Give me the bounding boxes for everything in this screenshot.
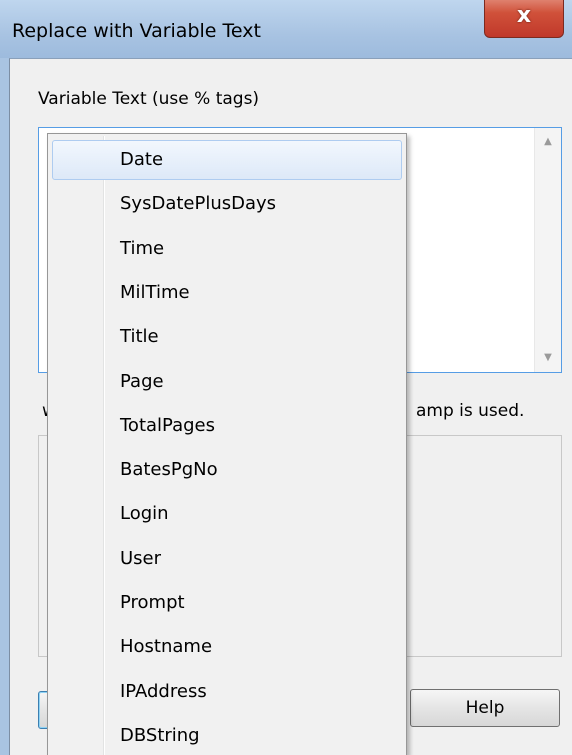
menu-item-dbstring[interactable]: DBString bbox=[52, 716, 402, 755]
menu-item-miltime[interactable]: MilTime bbox=[52, 273, 402, 313]
menu-item-sysdateplusdays[interactable]: SysDatePlusDays bbox=[52, 184, 402, 224]
window-title: Replace with Variable Text bbox=[12, 20, 261, 42]
close-icon: x bbox=[516, 3, 532, 28]
menu-item-totalpages[interactable]: TotalPages bbox=[52, 406, 402, 446]
menu-item-time[interactable]: Time bbox=[52, 229, 402, 269]
menu-item-date[interactable]: Date bbox=[52, 140, 402, 180]
scroll-down-icon[interactable]: ▼ bbox=[535, 346, 561, 370]
menu-item-login[interactable]: Login bbox=[52, 494, 402, 534]
close-button[interactable]: x bbox=[484, 0, 564, 38]
vertical-scrollbar[interactable]: ▲ ▼ bbox=[534, 128, 561, 372]
title-bar[interactable]: Replace with Variable Text x bbox=[0, 0, 572, 58]
menu-item-ipaddress[interactable]: IPAddress bbox=[52, 672, 402, 712]
menu-item-hostname[interactable]: Hostname bbox=[52, 627, 402, 667]
menu-item-page[interactable]: Page bbox=[52, 362, 402, 402]
menu-item-user[interactable]: User bbox=[52, 539, 402, 579]
variable-text-label: Variable Text (use % tags) bbox=[38, 89, 260, 109]
scroll-up-icon[interactable]: ▲ bbox=[535, 130, 561, 154]
tag-dropdown-menu: Date SysDatePlusDays Time MilTime Title Page T… bbox=[47, 133, 407, 755]
stamp-note-trail: amp is used. bbox=[416, 401, 525, 421]
menu-item-prompt[interactable]: Prompt bbox=[52, 583, 402, 623]
menu-item-batespgno[interactable]: BatesPgNo bbox=[52, 450, 402, 490]
menu-item-title[interactable]: Title bbox=[52, 317, 402, 357]
help-button[interactable]: Help bbox=[410, 689, 560, 727]
dialog-window: Replace with Variable Text x Variable Te… bbox=[0, 0, 572, 755]
